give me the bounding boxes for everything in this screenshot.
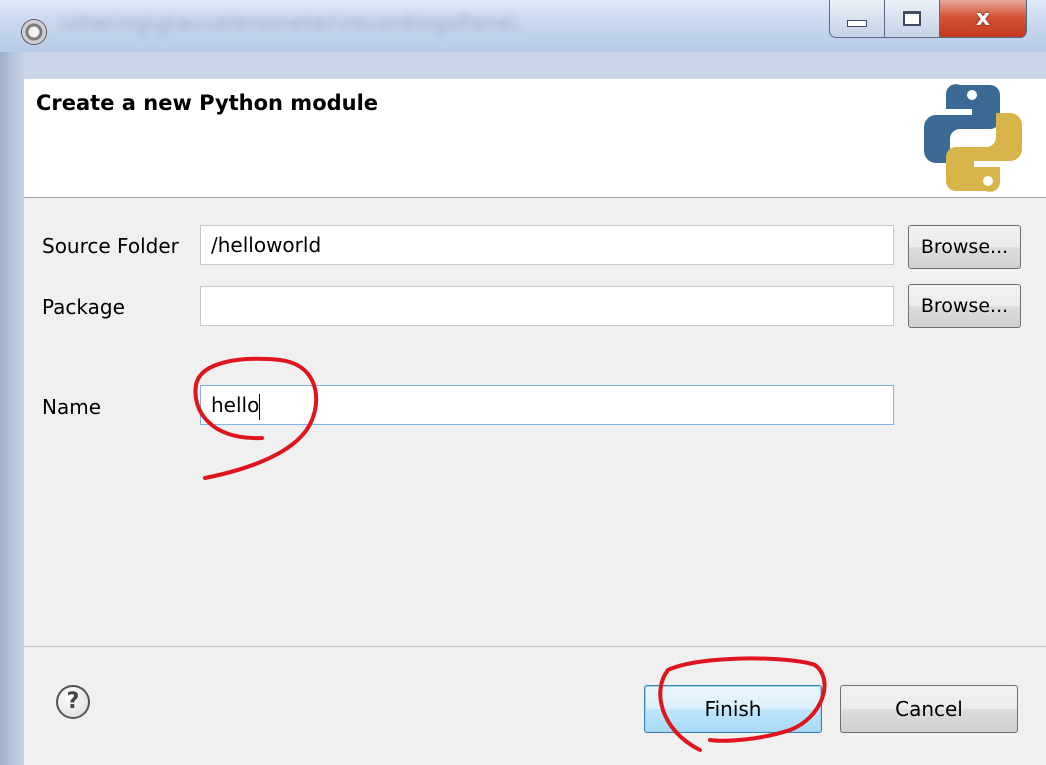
minimize-button[interactable]	[829, 0, 885, 38]
close-icon: x	[975, 6, 991, 31]
window-frame-edge	[0, 52, 24, 765]
source-folder-input[interactable]: /helloworld	[200, 225, 894, 265]
eclipse-app-icon[interactable]	[22, 20, 46, 44]
wizard-content: Source Folder /helloworld Browse... Pack…	[24, 198, 1046, 646]
page-title: Create a new Python module	[36, 91, 379, 115]
source-folder-label: Source Folder	[42, 234, 179, 258]
package-label: Package	[42, 295, 125, 319]
maximize-button[interactable]	[884, 0, 940, 38]
minimize-icon	[847, 20, 867, 27]
wizard-footer: ? Finish Cancel	[24, 646, 1046, 765]
wizard-header: Create a new Python module	[24, 79, 1046, 198]
name-label: Name	[42, 395, 102, 419]
new-python-module-dialog: \sharing\g\accelerometer\recordingsPane\…	[0, 0, 1046, 765]
text-caret	[259, 393, 261, 420]
package-browse-button[interactable]: Browse...	[908, 284, 1021, 328]
cancel-button[interactable]: Cancel	[840, 685, 1018, 733]
package-input[interactable]	[200, 286, 894, 326]
python-logo-icon	[924, 84, 1022, 192]
name-input[interactable]: hello	[200, 385, 894, 425]
title-bar[interactable]: \sharing\g\accelerometer\recordingsPane\…	[0, 0, 1046, 52]
close-button[interactable]: x	[939, 0, 1027, 38]
window-title-blurred: \sharing\g\accelerometer\recordingsPane\	[60, 10, 520, 34]
source-folder-browse-button[interactable]: Browse...	[908, 225, 1021, 269]
name-input-value: hello	[211, 393, 260, 417]
help-icon[interactable]: ?	[56, 685, 90, 719]
finish-button[interactable]: Finish	[644, 685, 822, 733]
maximize-icon	[903, 11, 921, 26]
